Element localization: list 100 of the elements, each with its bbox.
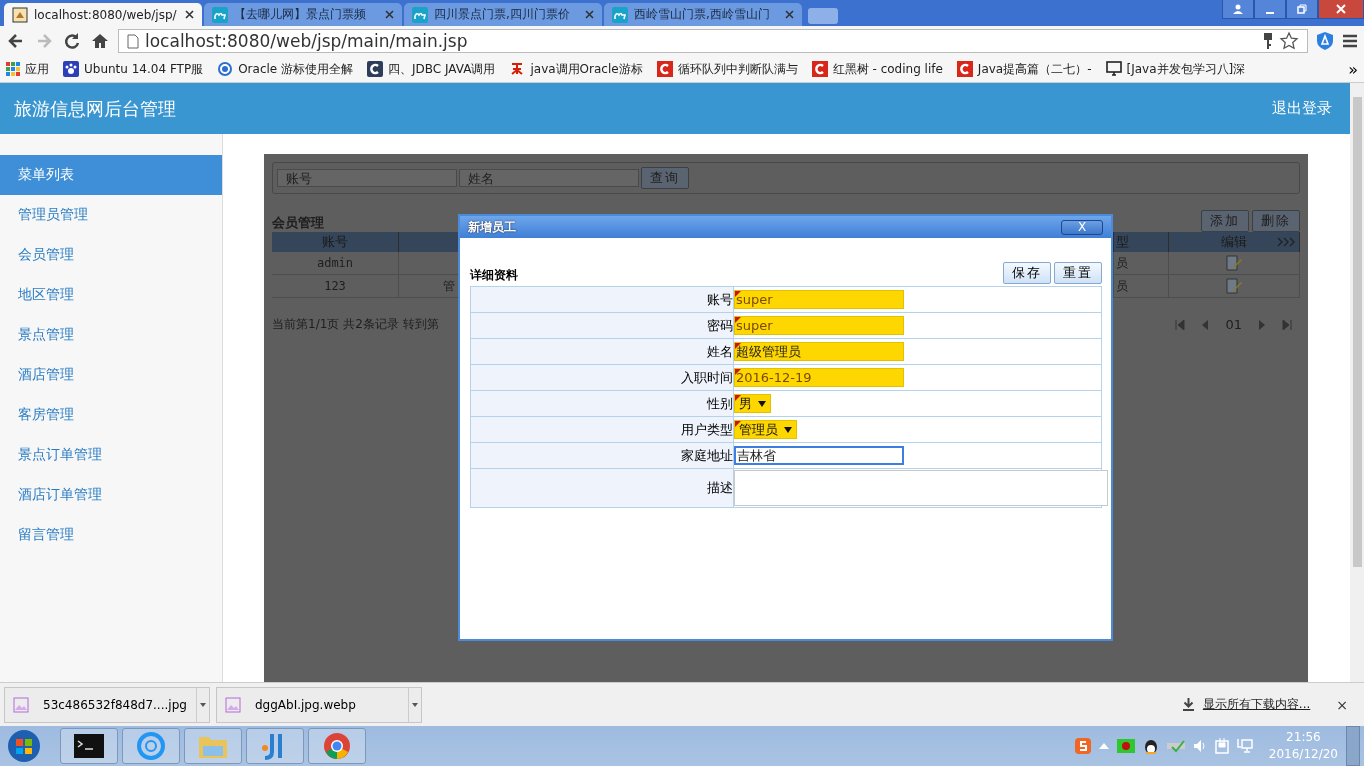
browser-icon xyxy=(323,732,351,760)
image-file-icon xyxy=(225,696,241,713)
address-bar[interactable]: localhost:8080/web/jsp/main/main.jsp xyxy=(118,29,1308,53)
search-field[interactable]: 账号 xyxy=(277,169,457,187)
camel-icon xyxy=(412,6,428,23)
field-label: 密码 xyxy=(471,313,734,338)
restore-icon xyxy=(1297,4,1307,14)
star-icon[interactable] xyxy=(1279,31,1299,51)
search-field[interactable]: 姓名 xyxy=(459,169,639,187)
bookmark[interactable]: Ubuntu 14.04 FTP服 xyxy=(63,60,204,78)
power-plug-icon[interactable] xyxy=(1214,738,1229,754)
user-icon xyxy=(1232,3,1244,15)
input-field[interactable]: 超级管理员 xyxy=(734,342,904,361)
input-field[interactable]: super xyxy=(734,316,904,335)
bookmark[interactable]: Oracle 游标使用全解 xyxy=(217,60,354,78)
network-icon[interactable] xyxy=(1236,738,1253,754)
input-field[interactable]: 2016-12-19 xyxy=(734,368,904,387)
edit-icon[interactable] xyxy=(1225,254,1243,272)
menu-item[interactable]: 酒店管理 xyxy=(0,355,222,395)
close-button[interactable] xyxy=(1318,0,1364,19)
c-logo-icon xyxy=(367,61,384,77)
menu-item[interactable]: 管理员管理 xyxy=(0,195,222,235)
download-item[interactable]: 53c486532f848d7....jpg xyxy=(4,686,210,723)
first-page-icon[interactable] xyxy=(1175,319,1186,330)
reload-icon[interactable] xyxy=(62,31,82,51)
download-item[interactable]: dggAbI.jpg.webp xyxy=(216,686,422,723)
field-label: 姓名 xyxy=(471,339,734,364)
show-all-downloads-link[interactable]: 显示所有下载内容... xyxy=(1181,696,1311,713)
close-button[interactable]: × xyxy=(1336,696,1348,713)
menu-item[interactable]: 酒店订单管理 xyxy=(0,475,222,515)
bookmark[interactable]: 循环队列中判断队满与 xyxy=(656,60,798,78)
speaker-icon[interactable] xyxy=(1192,739,1207,753)
menu-item[interactable]: 客房管理 xyxy=(0,395,222,435)
target-icon[interactable] xyxy=(1116,739,1135,753)
scrollbar[interactable] xyxy=(1350,83,1364,682)
input-field[interactable]: 吉林省 xyxy=(734,446,904,465)
key-icon[interactable] xyxy=(1263,32,1273,50)
last-page-icon[interactable] xyxy=(1282,319,1292,330)
url-text: localhost:8080/web/jsp/main/main.jsp xyxy=(145,31,469,51)
field-label: 入职时间 xyxy=(471,365,734,390)
field-label: 性别 xyxy=(471,391,734,416)
clock-time: 21:56 xyxy=(1286,729,1321,746)
previous-page-icon[interactable] xyxy=(1201,319,1210,330)
dialog-title: 新增员工 xyxy=(468,218,516,236)
c-logo-icon xyxy=(656,61,673,77)
expand-icon[interactable] xyxy=(1277,237,1295,247)
restore-button[interactable] xyxy=(1286,0,1318,19)
download-icon xyxy=(1181,698,1195,711)
next-page-icon[interactable] xyxy=(1258,319,1266,330)
menu-item[interactable]: 地区管理 xyxy=(0,275,222,315)
bookmark[interactable]: java调用Oracle游标 xyxy=(509,60,643,78)
form-button[interactable]: 重置 xyxy=(1054,262,1102,284)
taskbar-app[interactable] xyxy=(60,728,118,764)
browser-tab[interactable]: 四川景点门票,四川门票价 xyxy=(404,3,602,26)
edit-icon[interactable] xyxy=(1225,277,1243,295)
menu-item[interactable]: 会员管理 xyxy=(0,235,222,275)
caret-icon[interactable] xyxy=(200,702,206,707)
input-field[interactable]: super xyxy=(734,290,904,309)
page-icon xyxy=(127,33,139,49)
c-logo-icon xyxy=(811,61,828,77)
camel-icon xyxy=(612,6,628,23)
home-icon[interactable] xyxy=(90,31,110,51)
table-cell: 123 xyxy=(272,275,399,298)
penguin-icon[interactable] xyxy=(1142,737,1159,755)
browser-tab[interactable]: 西岭雪山门票,西岭雪山门 xyxy=(604,3,802,26)
minimize-icon xyxy=(1265,12,1275,14)
field-label: 描述 xyxy=(471,469,734,507)
browser-tab[interactable]: localhost:8080/web/jsp/ xyxy=(4,3,202,26)
menu-item[interactable]: 留言管理 xyxy=(0,515,222,555)
input-method-icon[interactable] xyxy=(1074,738,1091,754)
paging-summary: 当前第1/1页 共2条记录 转到第 xyxy=(272,316,439,333)
caret-up-icon[interactable] xyxy=(1098,743,1109,749)
dropdown[interactable]: 管理员 xyxy=(734,420,797,439)
drive-check-icon[interactable] xyxy=(1166,739,1185,753)
menu-item[interactable]: 景点订单管理 xyxy=(0,435,222,475)
shield-icon[interactable] xyxy=(1316,31,1334,51)
close-icon[interactable] xyxy=(185,10,194,19)
profile-button[interactable] xyxy=(1222,0,1254,19)
column-header: 型 xyxy=(1114,232,1169,252)
bookmark[interactable]: Java提高篇（二七）- xyxy=(956,60,1092,78)
ring-icon xyxy=(217,61,234,77)
caret-icon[interactable] xyxy=(412,702,418,707)
site-title: 旅游信息网后台管理 xyxy=(14,96,176,121)
bookmark[interactable]: 应用 xyxy=(6,60,49,78)
dropdown[interactable]: 男 xyxy=(734,394,771,413)
table-cell: admin xyxy=(272,252,399,275)
bookmark[interactable]: 红黑树 - coding life xyxy=(811,60,943,78)
field-label: 家庭地址 xyxy=(471,443,734,468)
menu-icon[interactable] xyxy=(1342,33,1358,49)
bookmark[interactable]: [Java并发包学习八]深 xyxy=(1105,60,1246,78)
minimize-button[interactable] xyxy=(1254,0,1286,19)
bookmark[interactable]: 四、JDBC JAVA调用 xyxy=(367,60,496,78)
text-area[interactable] xyxy=(734,470,1108,506)
image-file-icon xyxy=(13,696,29,713)
section-title: 会员管理 xyxy=(272,214,324,232)
form-button[interactable]: 保存 xyxy=(1003,262,1051,284)
browser-tab[interactable]: 【去哪儿网】景点门票频 xyxy=(204,3,402,26)
menu-item[interactable]: 景点管理 xyxy=(0,315,222,355)
more-bookmarks-button[interactable]: » xyxy=(1348,59,1358,79)
column-header: 编辑 xyxy=(1221,233,1247,251)
